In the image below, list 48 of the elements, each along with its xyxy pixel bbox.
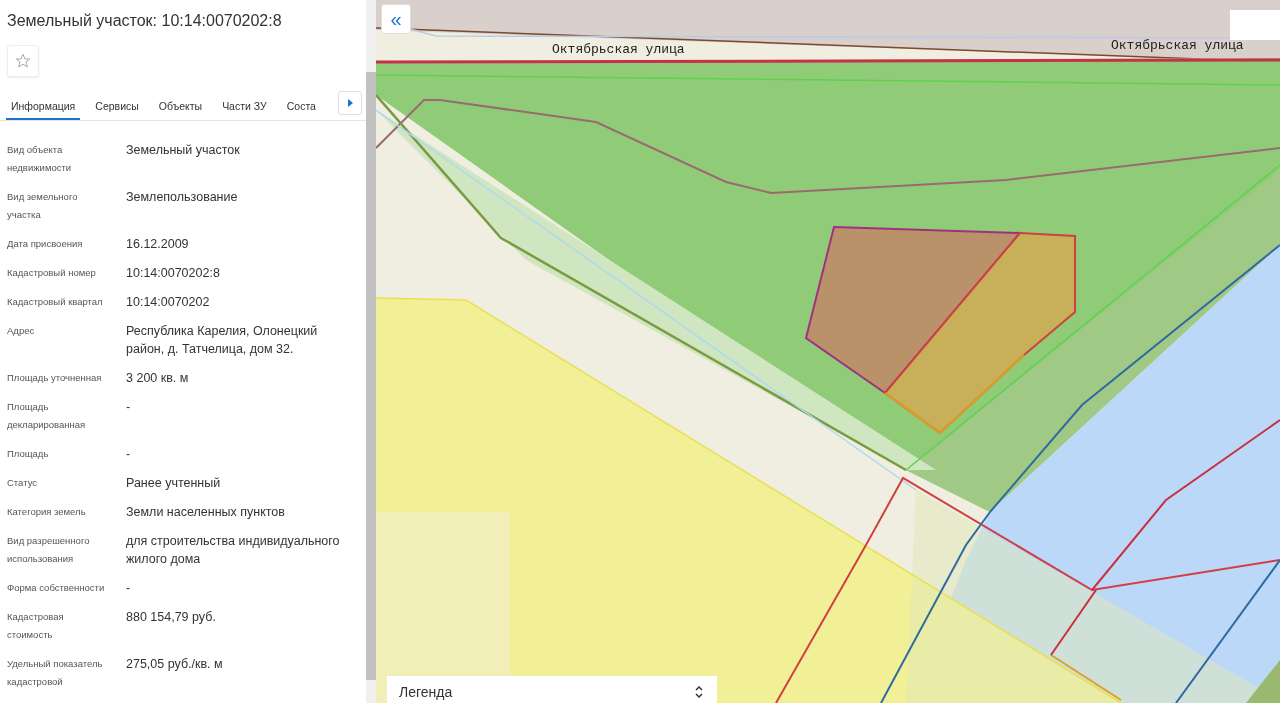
field-label: Площадь декларированная (7, 400, 87, 432)
tab[interactable]: Сервисы (90, 87, 144, 120)
field-value: 880 154,79 руб. (126, 609, 217, 626)
field-value: Ранее учтенный (126, 475, 222, 492)
field-value: 10:14:0070202:8 (126, 265, 221, 282)
field-value: 10:14:0070202 (126, 294, 211, 311)
street-label: Октябрьская улица (1111, 38, 1244, 53)
field-label: Дата присвоения (7, 237, 84, 251)
scrollbar[interactable] (366, 0, 376, 703)
panel-title: Земельный участок: 10:14:0070202:8 (7, 11, 283, 31)
field-label: Удельный показатель кадастровой (7, 657, 104, 689)
street-label: Октябрьская улица (552, 42, 685, 57)
field-label: Вид разрешенного использования (7, 534, 91, 566)
field-value: Земли населенных пунктов (126, 504, 286, 521)
field-value: для строительства индивидуального жилого дома (126, 533, 341, 568)
map-panel (1230, 10, 1280, 40)
field-label: Форма собственности (7, 581, 106, 595)
star-icon (15, 53, 31, 69)
favorite-button[interactable] (7, 45, 39, 77)
field-label: Адрес (7, 324, 36, 338)
tab[interactable]: Соста (281, 87, 321, 120)
field-label: Вид земельного участка (7, 190, 79, 222)
field-value: Землепользование (126, 189, 239, 206)
field-label: Категория земель (7, 505, 87, 519)
field-label: Кадастровый квартал (7, 295, 104, 309)
field-value: - (126, 399, 132, 416)
field-value: Республика Карелия, Олонецкий район, д. Татчелица, дом 32. (126, 323, 319, 358)
caret-icon (347, 99, 353, 107)
tab[interactable]: Части ЗУ (217, 87, 272, 120)
field-label: Площадь (7, 447, 50, 461)
field-label: Площадь уточненная (7, 371, 103, 385)
field-value: 3 200 кв. м (126, 370, 190, 387)
collapse-panel-button[interactable]: « (381, 4, 411, 34)
field-value: - (126, 446, 132, 463)
field-value: Земельный участок (126, 142, 241, 159)
tab[interactable]: Информация (6, 87, 81, 120)
field-label: Кадастровая стоимость (7, 610, 65, 642)
field-label: Статус (7, 476, 39, 490)
field-label: Кадастровый номер (7, 266, 97, 280)
legend-panel[interactable]: Легенда (387, 676, 717, 703)
tabs-next-button[interactable] (338, 91, 362, 115)
field-label: Вид объекта недвижимости (7, 143, 73, 175)
field-value: - (126, 580, 132, 597)
field-value: 275,05 руб./кв. м (126, 656, 224, 673)
field-value: 16.12.2009 (126, 236, 190, 253)
legend-title: Легенда (399, 683, 453, 702)
tab[interactable]: Объекты (153, 87, 208, 120)
expand-collapse-icon (695, 685, 703, 699)
